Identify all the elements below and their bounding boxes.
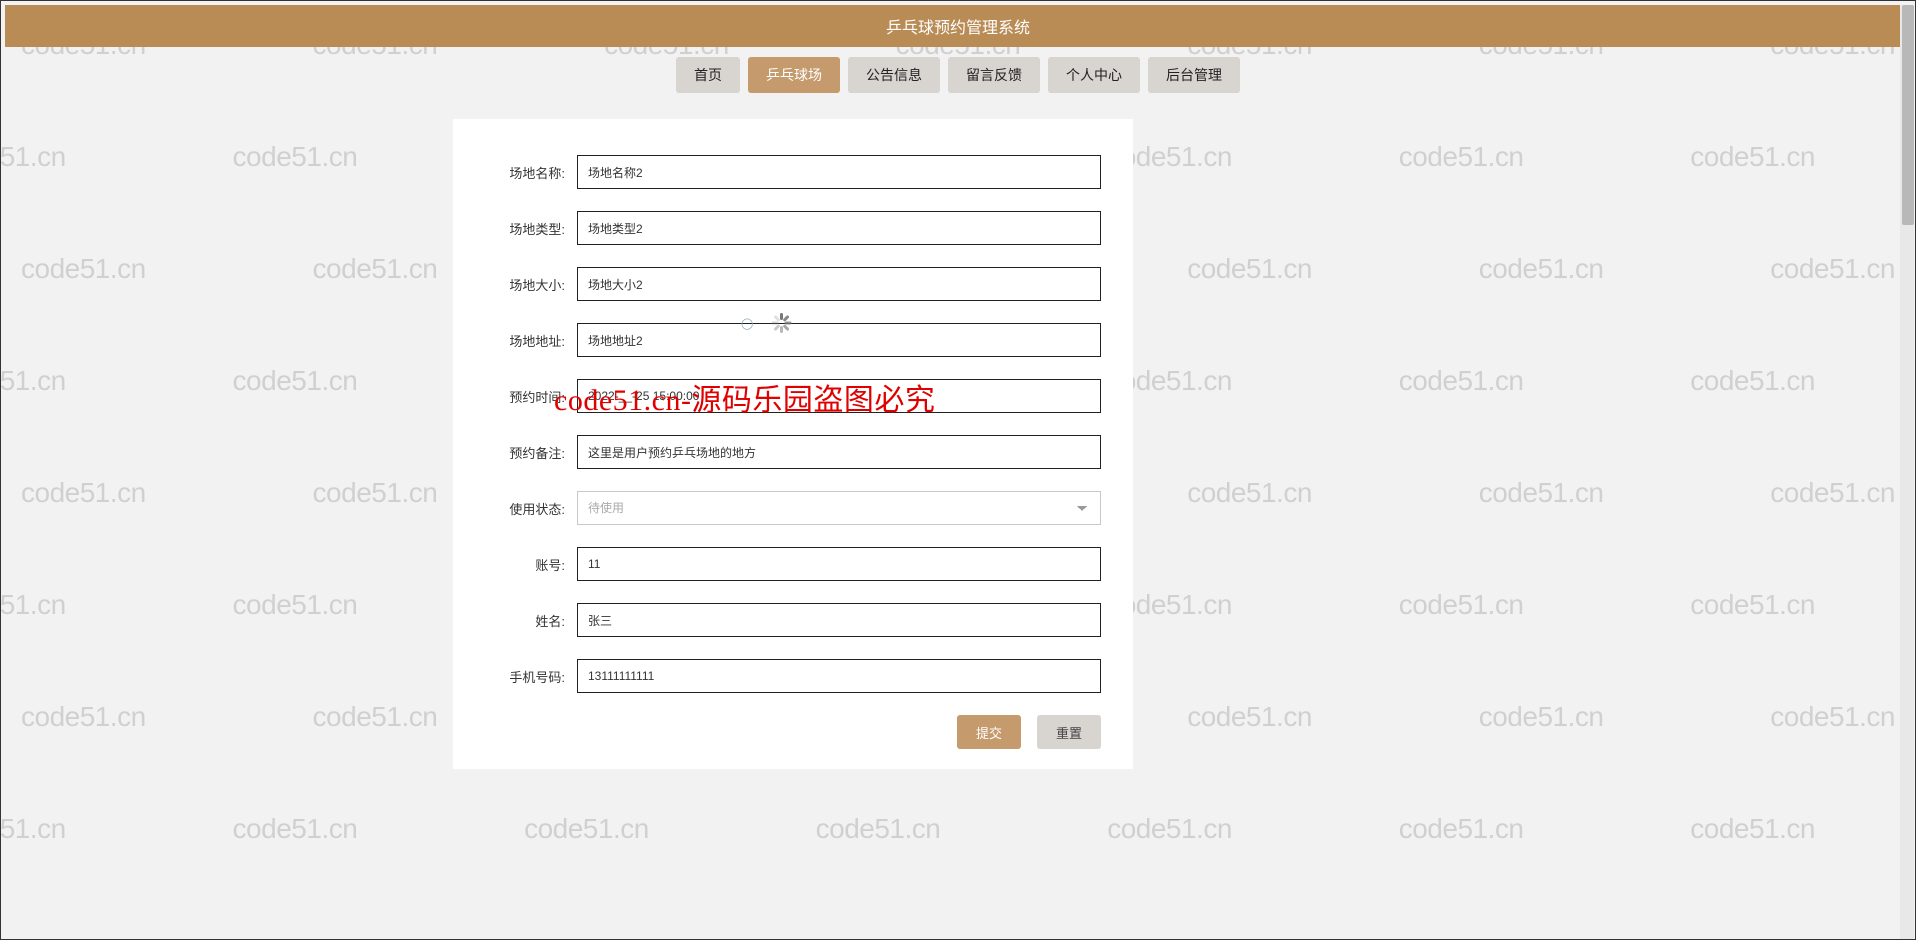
nav-label: 个人中心 (1066, 67, 1122, 83)
venue-type-input[interactable] (577, 211, 1101, 245)
app-header: 乒乓球预约管理系统 (5, 5, 1911, 47)
nav-announcements[interactable]: 公告信息 (848, 57, 940, 93)
nav-admin[interactable]: 后台管理 (1148, 57, 1240, 93)
name-input[interactable] (577, 603, 1101, 637)
venue-name-input[interactable] (577, 155, 1101, 189)
venue-size-input[interactable] (577, 267, 1101, 301)
reserve-time-label: 预约时间: (485, 387, 565, 406)
nav-label: 乒乓球场 (766, 67, 822, 83)
use-status-select[interactable]: 待使用 (577, 491, 1101, 525)
nav-home[interactable]: 首页 (676, 57, 740, 93)
reserve-time-input[interactable] (577, 379, 1101, 413)
submit-button[interactable]: 提交 (957, 715, 1021, 749)
use-status-label: 使用状态: (485, 499, 565, 518)
nav-label: 留言反馈 (966, 67, 1022, 83)
reset-button[interactable]: 重置 (1037, 715, 1101, 749)
phone-label: 手机号码: (485, 667, 565, 686)
account-input[interactable] (577, 547, 1101, 581)
venue-size-label: 场地大小: (485, 275, 565, 294)
nav-label: 首页 (694, 67, 722, 83)
app-title: 乒乓球预约管理系统 (886, 14, 1030, 38)
venue-type-label: 场地类型: (485, 219, 565, 238)
nav-bar: 首页 乒乓球场 公告信息 留言反馈 个人中心 后台管理 (1, 55, 1915, 95)
reserve-note-label: 预约备注: (485, 443, 565, 462)
reservation-form: 场地名称: 场地类型: 场地大小: 场地地址: 预约时间: 预约备注: 使用状态… (453, 119, 1133, 769)
nav-feedback[interactable]: 留言反馈 (948, 57, 1040, 93)
name-label: 姓名: (485, 611, 565, 630)
reserve-note-input[interactable] (577, 435, 1101, 469)
account-label: 账号: (485, 555, 565, 574)
nav-label: 公告信息 (866, 67, 922, 83)
venue-addr-input[interactable] (577, 323, 1101, 357)
venue-addr-label: 场地地址: (485, 331, 565, 350)
nav-courts[interactable]: 乒乓球场 (748, 57, 840, 93)
phone-input[interactable] (577, 659, 1101, 693)
nav-profile[interactable]: 个人中心 (1048, 57, 1140, 93)
vertical-scrollbar-thumb[interactable] (1902, 5, 1914, 225)
venue-name-label: 场地名称: (485, 163, 565, 182)
nav-label: 后台管理 (1166, 67, 1222, 83)
